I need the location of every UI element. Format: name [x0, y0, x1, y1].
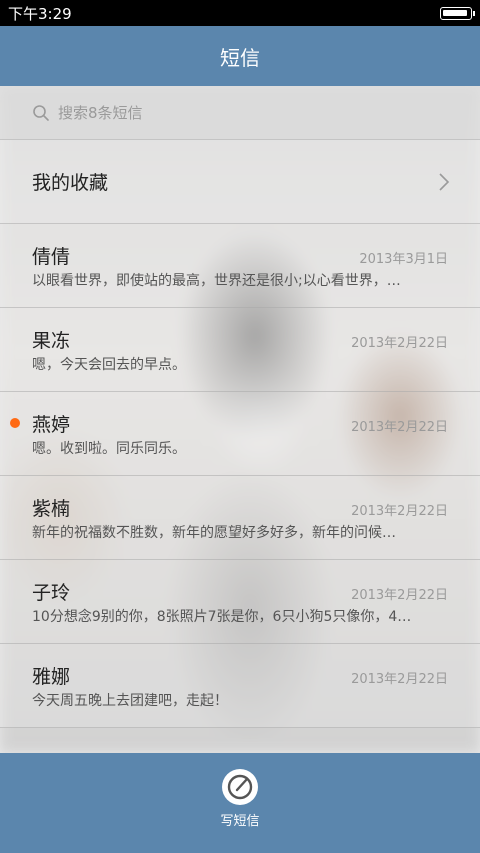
message-date: 2013年3月1日: [359, 252, 448, 267]
contact-name: 雅娜: [32, 666, 71, 688]
message-preview: 新年的祝福数不胜数，新年的愿望好多好多，新年的问候…: [32, 525, 396, 541]
battery-level: [443, 10, 467, 16]
compose-button[interactable]: [220, 767, 260, 807]
message-preview: 10分想念9别的你，8张照片7张是你，6只小狗5只像你，4…: [32, 609, 412, 625]
message-preview: 嗯。收到啦。同乐同乐。: [32, 441, 186, 457]
conversation-row[interactable]: 雅娜 2013年2月22日 今天周五晚上去团建吧，走起！: [0, 644, 480, 728]
message-preview: 嗯，今天会回去的早点。: [32, 357, 186, 373]
contact-name: 倩倩: [32, 246, 71, 268]
chevron-right-icon: [439, 173, 450, 191]
search-bar[interactable]: 搜索8条短信: [0, 86, 480, 140]
status-time: 下午3:29: [8, 4, 72, 23]
contact-name: 子玲: [32, 582, 71, 604]
status-bar: 下午3:29: [0, 0, 480, 26]
message-date: 2013年2月22日: [351, 672, 448, 687]
conversation-row[interactable]: 果冻 2013年2月22日 嗯，今天会回去的早点。: [0, 308, 480, 392]
contact-name: 燕婷: [32, 414, 71, 436]
search-placeholder: 搜索8条短信: [58, 104, 143, 122]
unread-dot-icon: [10, 418, 20, 428]
message-date: 2013年2月22日: [351, 420, 448, 435]
message-preview: 今天周五晚上去团建吧，走起！: [32, 693, 228, 709]
message-date: 2013年2月22日: [351, 336, 448, 351]
battery-icon: [440, 7, 475, 20]
favorites-label: 我的收藏: [32, 172, 109, 194]
favorites-item[interactable]: 我的收藏: [0, 140, 480, 224]
bottom-action-bar: 写短信: [0, 753, 480, 853]
compose-label[interactable]: 写短信: [0, 810, 480, 829]
contact-name: 果冻: [32, 330, 71, 352]
conversation-list: 我的收藏 倩倩 2013年3月1日 以眼看世界，即使站的最高，世界还是很小;以心…: [0, 140, 480, 728]
conversation-row[interactable]: 燕婷 2013年2月22日 嗯。收到啦。同乐同乐。: [0, 392, 480, 476]
page-title: 短信: [220, 45, 260, 70]
contact-name: 紫楠: [32, 498, 71, 520]
conversation-row[interactable]: 紫楠 2013年2月22日 新年的祝福数不胜数，新年的愿望好多好多，新年的问候…: [0, 476, 480, 560]
title-bar: 短信: [0, 26, 480, 86]
search-icon: [33, 104, 49, 121]
message-date: 2013年2月22日: [351, 588, 448, 603]
message-preview: 以眼看世界，即使站的最高，世界还是很小;以心看世界，…: [32, 273, 401, 289]
conversation-row[interactable]: 子玲 2013年2月22日 10分想念9别的你，8张照片7张是你，6只小狗5只像…: [0, 560, 480, 644]
conversation-row[interactable]: 倩倩 2013年3月1日 以眼看世界，即使站的最高，世界还是很小;以心看世界，…: [0, 224, 480, 308]
message-date: 2013年2月22日: [351, 504, 448, 519]
